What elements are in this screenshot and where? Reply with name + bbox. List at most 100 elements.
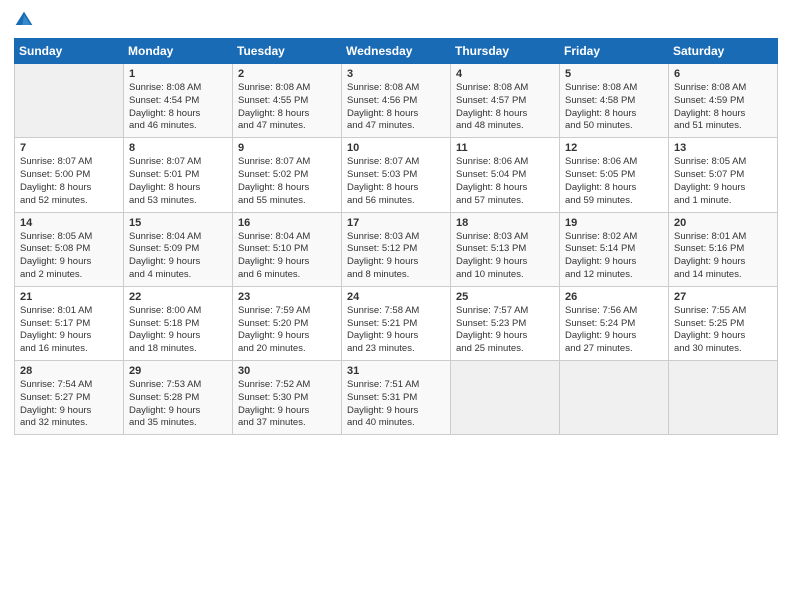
day-info: Sunrise: 8:01 AMSunset: 5:17 PMDaylight:… <box>20 305 118 356</box>
calendar-cell: 20Sunrise: 8:01 AMSunset: 5:16 PMDayligh… <box>669 212 778 286</box>
calendar-cell: 31 Sunrise: 7:51 AMSunset: 5:31 PMDayligh… <box>342 361 451 435</box>
calendar-cell: 27 Sunrise: 7:55 AMSunset: 5:25 PMDayligh… <box>669 286 778 360</box>
day-info: Sunrise: 8:08 AMSunset: 4:54 PMDaylight:… <box>129 82 227 133</box>
day-info: Sunrise: 8:04 AMSunset: 5:09 PMDaylight:… <box>129 231 227 282</box>
day-info: Sunrise: 7:51 AMSunset: 5:31 PMDaylight:… <box>347 379 445 430</box>
calendar-week-row: 21 Sunrise: 8:01 AMSunset: 5:17 PMDayligh… <box>15 286 778 360</box>
day-info: Sunrise: 8:05 AMSunset: 5:08 PMDaylight:… <box>20 231 118 282</box>
header <box>14 10 778 30</box>
day-number: 5 <box>565 68 663 80</box>
day-number: 10 <box>347 142 445 154</box>
calendar-cell: 18 Sunrise: 8:03 AMSunset: 5:13 PMDayligh… <box>451 212 560 286</box>
calendar-cell <box>15 64 124 138</box>
day-number: 18 <box>456 217 554 229</box>
day-number: 28 <box>20 365 118 377</box>
weekday-header-thursday: Thursday <box>451 39 560 64</box>
weekday-header-monday: Monday <box>124 39 233 64</box>
weekday-header-row: SundayMondayTuesdayWednesdayThursdayFrid… <box>15 39 778 64</box>
day-number: 4 <box>456 68 554 80</box>
weekday-header-friday: Friday <box>560 39 669 64</box>
day-info: Sunrise: 7:56 AMSunset: 5:24 PMDaylight:… <box>565 305 663 356</box>
day-info: Sunrise: 7:59 AMSunset: 5:20 PMDaylight:… <box>238 305 336 356</box>
day-info: Sunrise: 8:07 AMSunset: 5:03 PMDaylight:… <box>347 156 445 207</box>
calendar-cell: 21 Sunrise: 8:01 AMSunset: 5:17 PMDayligh… <box>15 286 124 360</box>
calendar-cell: 16 Sunrise: 8:04 AMSunset: 5:10 PMDayligh… <box>233 212 342 286</box>
day-info: Sunrise: 7:54 AMSunset: 5:27 PMDaylight:… <box>20 379 118 430</box>
day-number: 21 <box>20 291 118 303</box>
calendar-cell <box>560 361 669 435</box>
calendar-week-row: 28 Sunrise: 7:54 AMSunset: 5:27 PMDayligh… <box>15 361 778 435</box>
day-number: 9 <box>238 142 336 154</box>
day-number: 16 <box>238 217 336 229</box>
day-number: 1 <box>129 68 227 80</box>
calendar-cell: 28 Sunrise: 7:54 AMSunset: 5:27 PMDayligh… <box>15 361 124 435</box>
day-number: 19 <box>565 217 663 229</box>
calendar-week-row: 14 Sunrise: 8:05 AMSunset: 5:08 PMDayligh… <box>15 212 778 286</box>
calendar-cell: 24 Sunrise: 7:58 AMSunset: 5:21 PMDayligh… <box>342 286 451 360</box>
weekday-header-tuesday: Tuesday <box>233 39 342 64</box>
day-info: Sunrise: 8:03 AMSunset: 5:12 PMDaylight:… <box>347 231 445 282</box>
day-number: 31 <box>347 365 445 377</box>
day-info: Sunrise: 8:07 AMSunset: 5:02 PMDaylight:… <box>238 156 336 207</box>
day-number: 17 <box>347 217 445 229</box>
calendar-table: SundayMondayTuesdayWednesdayThursdayFrid… <box>14 38 778 435</box>
weekday-header-saturday: Saturday <box>669 39 778 64</box>
logo-icon <box>14 10 34 30</box>
calendar-cell <box>669 361 778 435</box>
calendar-cell: 29Sunrise: 7:53 AMSunset: 5:28 PMDayligh… <box>124 361 233 435</box>
calendar-cell: 12 Sunrise: 8:06 AMSunset: 5:05 PMDayligh… <box>560 138 669 212</box>
calendar-header: SundayMondayTuesdayWednesdayThursdayFrid… <box>15 39 778 64</box>
day-number: 30 <box>238 365 336 377</box>
calendar-cell <box>451 361 560 435</box>
day-number: 14 <box>20 217 118 229</box>
day-info: Sunrise: 8:07 AMSunset: 5:00 PMDaylight:… <box>20 156 118 207</box>
day-number: 22 <box>129 291 227 303</box>
day-number: 25 <box>456 291 554 303</box>
calendar-week-row: 7 Sunrise: 8:07 AMSunset: 5:00 PMDaylight… <box>15 138 778 212</box>
calendar-cell: 22Sunrise: 8:00 AMSunset: 5:18 PMDayligh… <box>124 286 233 360</box>
calendar-cell: 6 Sunrise: 8:08 AMSunset: 4:59 PMDaylight… <box>669 64 778 138</box>
day-info: Sunrise: 8:06 AMSunset: 5:05 PMDaylight:… <box>565 156 663 207</box>
calendar-cell: 8 Sunrise: 8:07 AMSunset: 5:01 PMDaylight… <box>124 138 233 212</box>
calendar-cell: 30 Sunrise: 7:52 AMSunset: 5:30 PMDayligh… <box>233 361 342 435</box>
calendar-cell: 10 Sunrise: 8:07 AMSunset: 5:03 PMDayligh… <box>342 138 451 212</box>
day-number: 27 <box>674 291 772 303</box>
calendar-body: 1 Sunrise: 8:08 AMSunset: 4:54 PMDaylight… <box>15 64 778 435</box>
day-number: 15 <box>129 217 227 229</box>
calendar-cell: 26 Sunrise: 7:56 AMSunset: 5:24 PMDayligh… <box>560 286 669 360</box>
day-number: 11 <box>456 142 554 154</box>
calendar-cell: 23Sunrise: 7:59 AMSunset: 5:20 PMDayligh… <box>233 286 342 360</box>
day-number: 7 <box>20 142 118 154</box>
day-info: Sunrise: 7:52 AMSunset: 5:30 PMDaylight:… <box>238 379 336 430</box>
calendar-cell: 2Sunrise: 8:08 AMSunset: 4:55 PMDaylight… <box>233 64 342 138</box>
day-info: Sunrise: 8:08 AMSunset: 4:57 PMDaylight:… <box>456 82 554 133</box>
calendar-cell: 7 Sunrise: 8:07 AMSunset: 5:00 PMDaylight… <box>15 138 124 212</box>
day-info: Sunrise: 7:53 AMSunset: 5:28 PMDaylight:… <box>129 379 227 430</box>
calendar-cell: 17 Sunrise: 8:03 AMSunset: 5:12 PMDayligh… <box>342 212 451 286</box>
day-info: Sunrise: 8:04 AMSunset: 5:10 PMDaylight:… <box>238 231 336 282</box>
weekday-header-sunday: Sunday <box>15 39 124 64</box>
day-info: Sunrise: 8:02 AMSunset: 5:14 PMDaylight:… <box>565 231 663 282</box>
calendar-cell: 14 Sunrise: 8:05 AMSunset: 5:08 PMDayligh… <box>15 212 124 286</box>
day-number: 12 <box>565 142 663 154</box>
day-number: 26 <box>565 291 663 303</box>
weekday-header-wednesday: Wednesday <box>342 39 451 64</box>
calendar-cell: 15 Sunrise: 8:04 AMSunset: 5:09 PMDayligh… <box>124 212 233 286</box>
day-number: 8 <box>129 142 227 154</box>
day-number: 13 <box>674 142 772 154</box>
calendar-cell: 13 Sunrise: 8:05 AMSunset: 5:07 PMDayligh… <box>669 138 778 212</box>
day-info: Sunrise: 7:58 AMSunset: 5:21 PMDaylight:… <box>347 305 445 356</box>
day-info: Sunrise: 8:05 AMSunset: 5:07 PMDaylight:… <box>674 156 772 207</box>
day-info: Sunrise: 8:08 AMSunset: 4:59 PMDaylight:… <box>674 82 772 133</box>
calendar-cell: 9 Sunrise: 8:07 AMSunset: 5:02 PMDaylight… <box>233 138 342 212</box>
day-number: 24 <box>347 291 445 303</box>
day-info: Sunrise: 7:55 AMSunset: 5:25 PMDaylight:… <box>674 305 772 356</box>
page-container: SundayMondayTuesdayWednesdayThursdayFrid… <box>0 0 792 445</box>
calendar-cell: 11Sunrise: 8:06 AMSunset: 5:04 PMDayligh… <box>451 138 560 212</box>
day-number: 6 <box>674 68 772 80</box>
day-info: Sunrise: 8:07 AMSunset: 5:01 PMDaylight:… <box>129 156 227 207</box>
day-info: Sunrise: 8:03 AMSunset: 5:13 PMDaylight:… <box>456 231 554 282</box>
calendar-cell: 19 Sunrise: 8:02 AMSunset: 5:14 PMDayligh… <box>560 212 669 286</box>
day-number: 3 <box>347 68 445 80</box>
calendar-cell: 3Sunrise: 8:08 AMSunset: 4:56 PMDaylight… <box>342 64 451 138</box>
